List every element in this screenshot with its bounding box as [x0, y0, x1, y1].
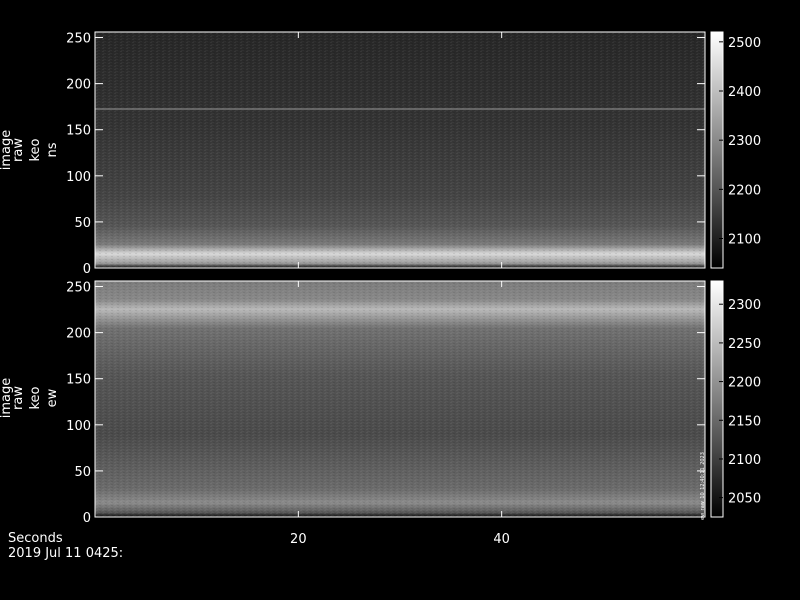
colorbar-tick-label: 2200: [728, 376, 761, 391]
colorbar-tick-label: 2250: [728, 337, 761, 352]
colorbar-tick-label: 2100: [728, 233, 761, 248]
y-tick-label: 0: [83, 511, 91, 526]
keogram-figure: 050100150200250 image raw keo ns 2100220…: [0, 31, 761, 547]
y-tick-label: 150: [66, 373, 91, 388]
colorbar-tick-label: 2300: [728, 298, 761, 313]
timestamp-stamp: ew_raw_10_12:40:11_2023: [700, 452, 706, 520]
colorbar-tick-label: 2150: [728, 414, 761, 429]
panel-ew: 0 50 100 150 200 250 20 40 image raw keo ew 20…: [0, 280, 761, 547]
y-label-line: ns: [45, 142, 60, 157]
colorbar-tick-label: 2400: [728, 85, 761, 100]
y-tick-label: 200: [66, 78, 91, 93]
y-tick-label: 50: [74, 216, 91, 231]
colorbar-tick-label: 2500: [728, 36, 761, 51]
y-tick-label: 100: [66, 170, 91, 185]
colorbar-axis-ns: 2100 2200 2300 2400 2500: [719, 36, 761, 248]
y-tick-label: 250: [66, 32, 91, 47]
y-label-line: raw: [11, 386, 26, 410]
y-tick-label: 0: [83, 262, 91, 277]
y-label-line: keo: [28, 138, 43, 161]
colorbar-axis-ew: 2050 2100 2150 2200 2250 2300: [719, 298, 761, 507]
y-tick-label: 100: [66, 419, 91, 434]
colorbar-tick-label: 2100: [728, 453, 761, 468]
y-label-line: ew: [45, 388, 60, 407]
y-label-ew: image raw keo ew: [0, 378, 60, 419]
colorbar-tick-label: 2200: [728, 183, 761, 198]
panel-ns: 0 50 100 150 200 250 image raw keo ns 2100 220…: [0, 31, 761, 277]
y-label-line: raw: [11, 138, 26, 162]
y-label-ns: image raw keo ns: [0, 130, 60, 171]
colorbar-tick-label: 2300: [728, 134, 761, 149]
y-tick-label: 150: [66, 124, 91, 139]
y-label-line: keo: [28, 386, 43, 409]
y-tick-label: 250: [66, 281, 91, 296]
x-tick-label: 40: [493, 532, 510, 547]
x-tick-label: 20: [290, 532, 307, 547]
x-axis-label: Seconds: [8, 531, 63, 546]
y-tick-label: 200: [66, 327, 91, 342]
colorbar-ns: [710, 31, 724, 269]
y-tick-label: 50: [74, 465, 91, 480]
colorbar-tick-label: 2050: [728, 492, 761, 507]
date-label: 2019 Jul 11 0425:: [8, 546, 124, 561]
